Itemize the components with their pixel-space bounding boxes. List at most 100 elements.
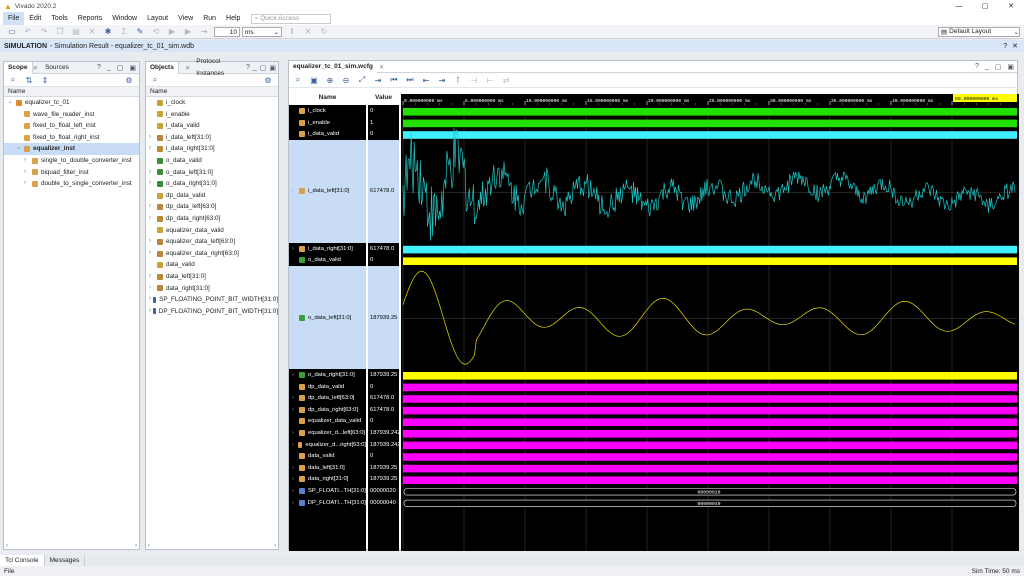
tab-objects[interactable]: Objects xyxy=(146,61,179,74)
chevron-right-icon[interactable]: › xyxy=(149,213,157,225)
chevron-right-icon[interactable]: › xyxy=(24,167,32,179)
minimize-button[interactable]: — xyxy=(946,3,972,10)
menu-reports[interactable]: Reports xyxy=(73,12,108,25)
restart-icon[interactable]: ⟲ xyxy=(150,26,162,38)
wave-trace[interactable] xyxy=(403,245,1017,254)
chevron-right-icon[interactable]: › xyxy=(149,248,157,260)
object-item[interactable]: › i_data_right[31:0] xyxy=(146,143,278,155)
object-item[interactable]: › SP_FLOATING_POINT_BIT_WIDTH[31:0] xyxy=(146,294,278,306)
wave-signal-name[interactable]: › equalizer_d...right[63:0] xyxy=(289,439,366,450)
object-item[interactable]: equalizer_data_valid xyxy=(146,225,278,237)
chevron-right-icon[interactable]: › xyxy=(149,236,157,248)
horizontal-scrollbar[interactable]: ‹ › xyxy=(146,543,278,549)
wave-trace[interactable] xyxy=(403,418,1017,426)
chevron-right-icon[interactable]: › xyxy=(24,178,32,190)
scope-tree-item[interactable]: wave_file_reader_inst xyxy=(4,109,139,121)
object-item[interactable]: i_enable xyxy=(146,109,278,121)
chevron-right-icon[interactable]: › xyxy=(149,283,157,295)
object-item[interactable]: › data_right[31:0] xyxy=(146,283,278,295)
run-all-icon[interactable]: ▶ xyxy=(166,26,178,38)
sum-icon[interactable]: Σ xyxy=(118,26,130,38)
object-item[interactable]: › dp_data_left[63:0] xyxy=(146,201,278,213)
wave-signal-name[interactable]: i_clock xyxy=(289,105,366,116)
go-to-cursor-icon[interactable]: ⇥ xyxy=(372,74,384,86)
menu-run[interactable]: Run xyxy=(198,12,221,25)
minimize-icon[interactable]: _ xyxy=(253,64,257,71)
scope-tree-item[interactable]: ⌄ equalizer_tc_01 xyxy=(4,97,139,109)
object-item[interactable]: i_data_valid xyxy=(146,120,278,132)
chevron-right-icon[interactable]: › xyxy=(149,132,157,144)
gear-icon[interactable]: ⚙ xyxy=(262,74,274,86)
help-icon[interactable]: ? xyxy=(97,64,101,71)
wave-signal-name[interactable]: › dp_data_right[63:0] xyxy=(289,404,366,415)
zoom-out-icon[interactable]: ⊖ xyxy=(340,74,352,86)
wave-trace[interactable] xyxy=(403,476,1017,484)
scope-tree-item[interactable]: › double_to_single_converter_inst xyxy=(4,178,139,190)
object-item[interactable]: › dp_data_right[63:0] xyxy=(146,213,278,225)
wave-signal-name[interactable]: i_data_valid xyxy=(289,129,366,140)
run-unit-select[interactable]: ms ⌄ xyxy=(242,26,282,37)
chevron-right-icon[interactable]: › xyxy=(292,188,299,194)
previous-marker-icon[interactable]: ⊣ xyxy=(468,74,480,86)
tab-sources[interactable]: Sources xyxy=(41,62,73,74)
swap-cursors-icon[interactable]: ⇄ xyxy=(500,74,512,86)
wave-signal-name[interactable]: i_enable xyxy=(289,117,366,128)
wave-trace[interactable] xyxy=(403,406,1017,415)
tab-waveform-config[interactable]: equalizer_tc_01_sim.wcfg xyxy=(289,60,377,73)
run-time-input[interactable]: 10 xyxy=(214,26,240,37)
chevron-down-icon[interactable]: ⌄ xyxy=(8,97,16,109)
menu-window[interactable]: Window xyxy=(107,12,142,25)
wave-signal-name[interactable]: › equalizer_d...left[63:0] xyxy=(289,427,366,438)
chevron-right-icon[interactable]: › xyxy=(292,407,299,413)
copy-icon[interactable]: ❐ xyxy=(54,26,66,38)
object-item[interactable]: dp_data_valid xyxy=(146,190,278,202)
go-to-last-time-icon[interactable]: ⏭ xyxy=(404,74,416,86)
wave-signal-name[interactable]: › i_data_right[31:0] xyxy=(289,243,366,254)
object-item[interactable]: › data_left[31:0] xyxy=(146,271,278,283)
wave-signal-name[interactable]: › data_left[31:0] xyxy=(289,462,366,473)
restore-icon[interactable]: ▢ xyxy=(995,63,1002,71)
save-icon[interactable]: ▣ xyxy=(308,74,320,86)
zoom-in-icon[interactable]: ⊕ xyxy=(324,74,336,86)
chevron-right-icon[interactable]: › xyxy=(292,442,298,448)
waveform-canvas[interactable]: 0.000000000 ms 5.000000000 ms 10.000000000… xyxy=(401,94,1019,551)
scope-tree-item[interactable]: › biquad_filter_inst xyxy=(4,167,139,179)
chevron-right-icon[interactable]: › xyxy=(292,246,299,252)
chevron-right-icon[interactable]: › xyxy=(149,167,157,179)
wave-signal-name[interactable]: › data_right[31:0] xyxy=(289,474,366,485)
tool-icon[interactable]: ✎ xyxy=(134,26,146,38)
maximize-button[interactable]: ▢ xyxy=(972,2,998,10)
wave-analog-trace[interactable] xyxy=(402,270,1016,365)
waveform-area[interactable]: 0.000000000 ms 5.000000000 ms 10.000000000… xyxy=(401,94,1019,551)
tab-protocol-instances[interactable]: Protocol Instances xyxy=(192,56,244,80)
wave-trace[interactable] xyxy=(403,464,1017,473)
zoom-fit-icon[interactable]: ⤢ xyxy=(356,74,368,86)
relaunch-icon[interactable]: ↻ xyxy=(318,26,330,38)
chevron-right-icon[interactable]: › xyxy=(292,372,299,378)
menu-edit[interactable]: Edit xyxy=(24,12,46,25)
menu-tools[interactable]: Tools xyxy=(46,12,72,25)
step-icon[interactable]: ⇥ xyxy=(198,26,210,38)
wave-trace[interactable] xyxy=(403,108,1017,116)
object-item[interactable]: › o_data_left[31:0] xyxy=(146,167,278,179)
wave-trace[interactable] xyxy=(403,383,1017,392)
close-icon[interactable]: ✕ xyxy=(33,64,38,72)
wave-signal-name[interactable]: › SP_FLOATI...TH[31:0] xyxy=(289,485,366,496)
object-item[interactable]: data_valid xyxy=(146,259,278,271)
tab-scope[interactable]: Scope xyxy=(4,61,33,74)
scope-tree-item[interactable]: fixed_to_float_right_inst xyxy=(4,132,139,144)
redo-icon[interactable]: ↷ xyxy=(38,26,50,38)
maximize-icon[interactable]: ▣ xyxy=(269,64,276,72)
close-button[interactable]: ✕ xyxy=(998,2,1024,10)
tab-messages[interactable]: Messages xyxy=(45,555,86,566)
chevron-right-icon[interactable]: › xyxy=(149,178,157,190)
restore-icon[interactable]: ▢ xyxy=(260,64,267,72)
gear-icon[interactable]: ⚙ xyxy=(123,74,135,86)
search-icon[interactable]: ⌕ xyxy=(149,74,161,86)
settings-icon[interactable]: ✱ xyxy=(102,26,114,38)
wave-trace[interactable] xyxy=(403,131,1017,139)
minimize-icon[interactable]: _ xyxy=(107,64,111,71)
help-icon[interactable]: ? xyxy=(975,63,979,70)
close-icon[interactable]: ✕ xyxy=(1012,42,1018,50)
scope-tree-item[interactable]: ⌄ equalizer_inst xyxy=(4,143,139,155)
